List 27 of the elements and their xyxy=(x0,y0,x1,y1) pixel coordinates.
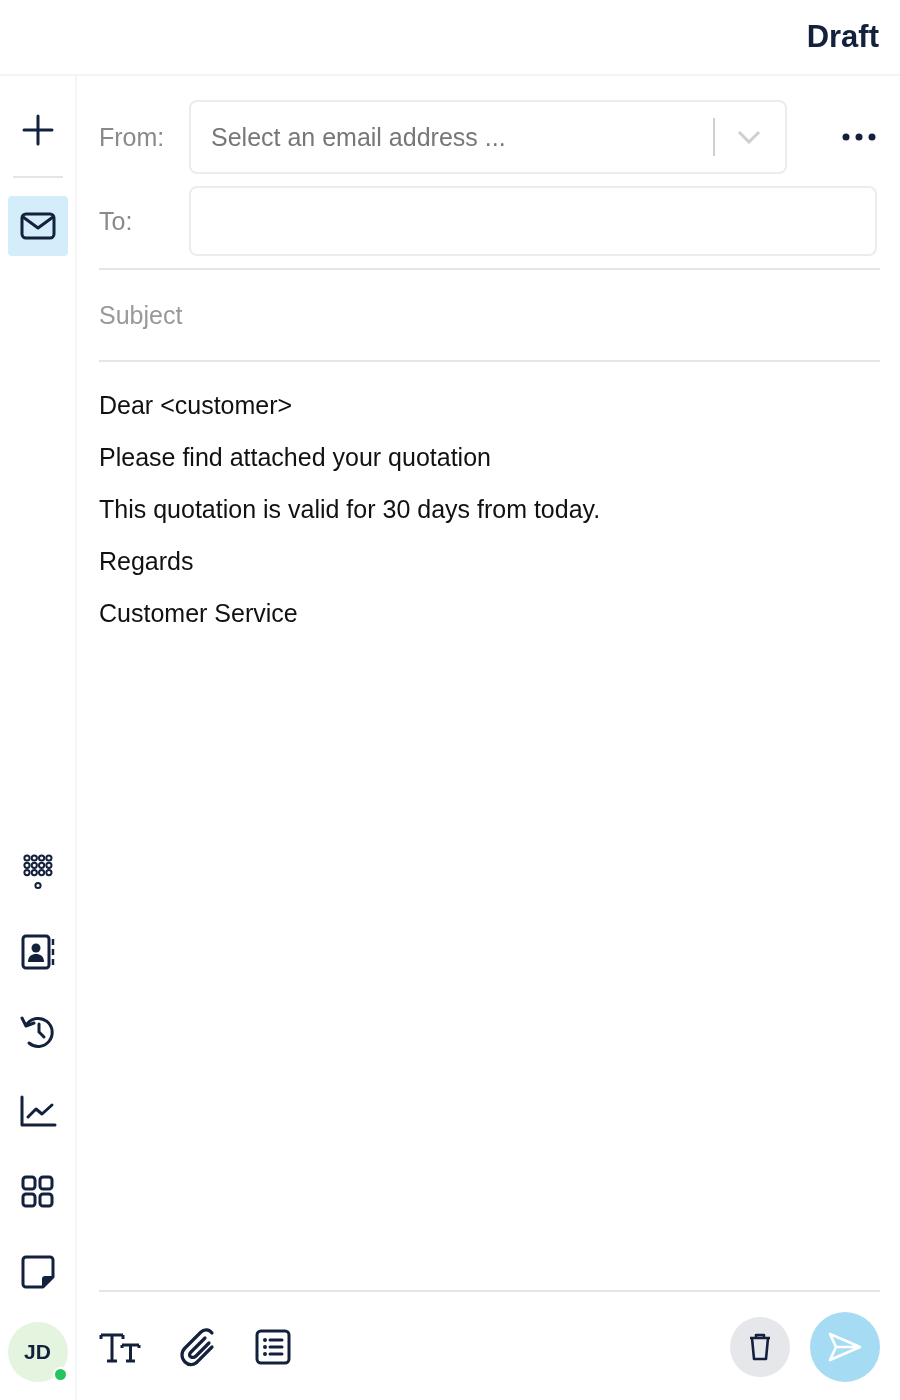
text-size-icon xyxy=(99,1331,141,1363)
message-line: This quotation is valid for 30 days from today. xyxy=(99,496,602,523)
contact-book-icon xyxy=(19,934,56,970)
toolbar-button[interactable] xyxy=(255,1329,291,1365)
from-label: From: xyxy=(99,122,166,152)
dialpad-icon xyxy=(22,854,53,890)
sidebar-button[interactable] xyxy=(7,196,68,256)
to-label: To: xyxy=(99,206,134,236)
send-icon xyxy=(827,1331,863,1363)
history-icon xyxy=(18,1014,57,1050)
mail-icon xyxy=(19,212,56,240)
list-icon xyxy=(255,1329,291,1365)
more-icon xyxy=(842,133,876,141)
message-line: Regards xyxy=(99,548,195,575)
message-line: Dear <customer> xyxy=(99,392,294,419)
trash-icon xyxy=(748,1332,772,1362)
plus-icon xyxy=(20,113,55,147)
note-icon xyxy=(20,1255,55,1289)
grid-icon xyxy=(20,1175,55,1209)
avatar[interactable]: JD xyxy=(7,1322,68,1382)
chevron-down-icon xyxy=(737,130,761,144)
toolbar-button[interactable] xyxy=(99,1331,141,1363)
message-line: Please find attached your quotation xyxy=(99,444,492,471)
from-select[interactable]: Select an email address ... xyxy=(189,100,787,174)
draft-title: Draft xyxy=(806,19,879,55)
message-line: Customer Service xyxy=(99,600,299,627)
line-chart-icon xyxy=(18,1095,57,1129)
